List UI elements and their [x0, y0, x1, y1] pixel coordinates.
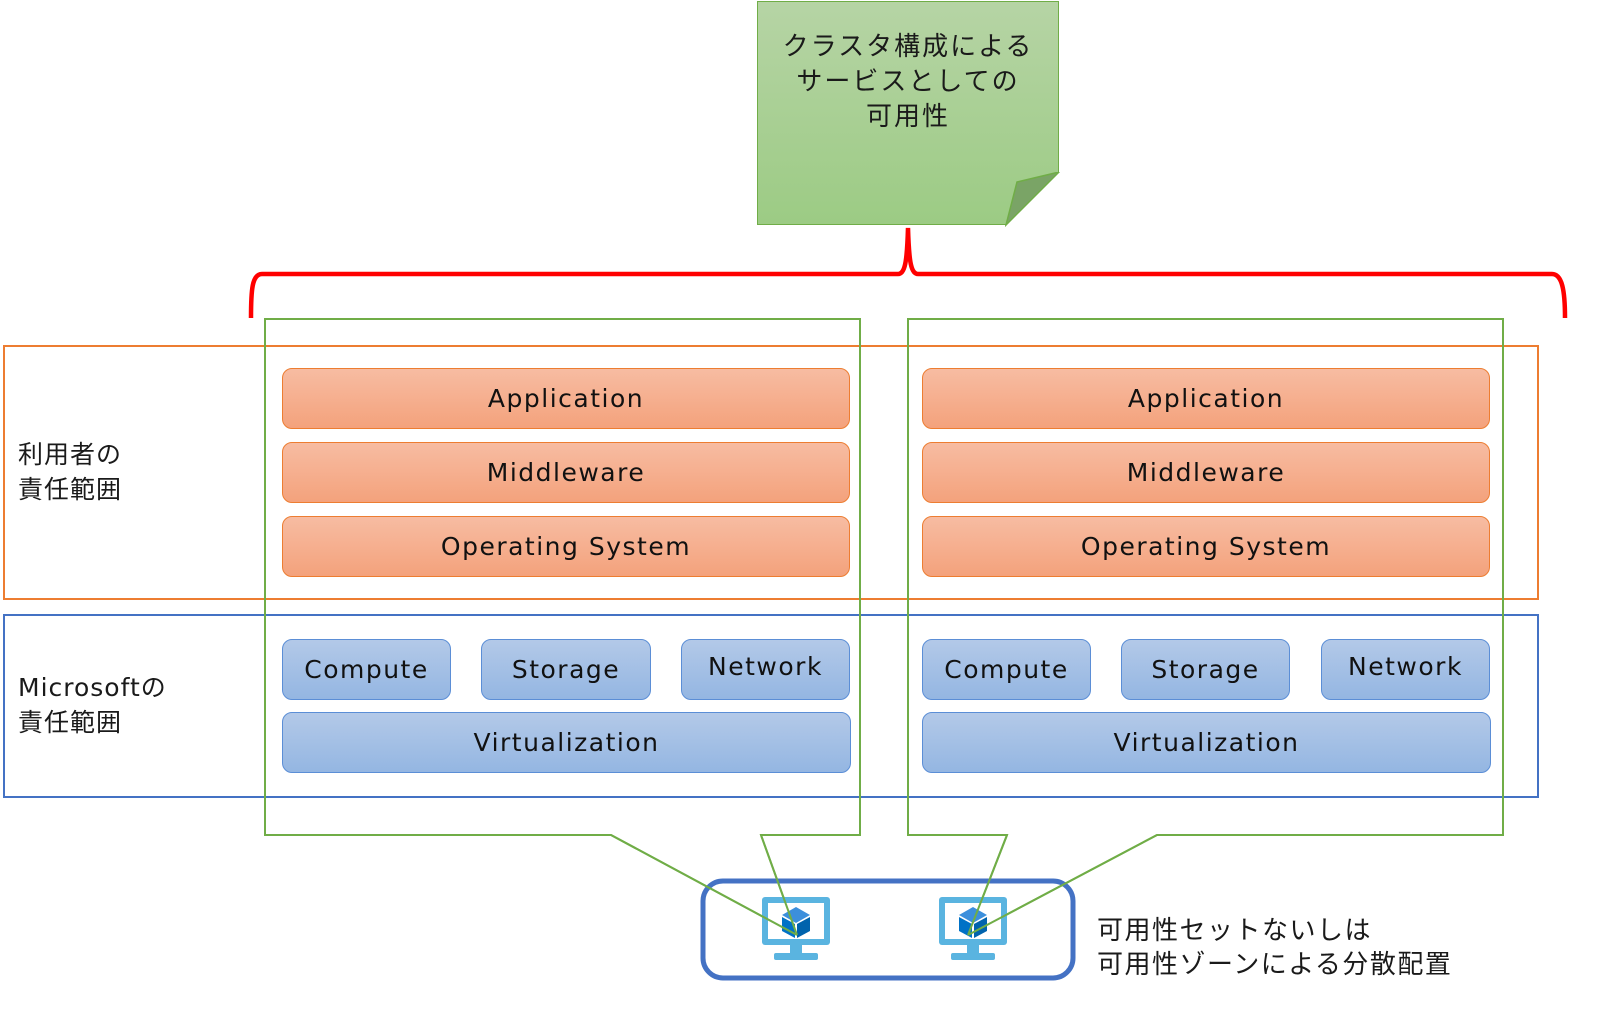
grouping-bracket	[248, 227, 1568, 319]
vm-group-box	[700, 878, 1076, 981]
note-folded-corner	[1005, 172, 1061, 227]
distribution-caption: 可用性セットないしは 可用性ゾーンによる分散配置	[1097, 916, 1453, 980]
note-text: クラスタ構成による サービスとしての 可用性	[782, 32, 1034, 132]
vm-callout-1	[264, 318, 861, 938]
vm-callout-2	[907, 318, 1504, 938]
virtual-machine-icon	[939, 897, 1007, 960]
virtual-machine-icon	[762, 897, 830, 960]
